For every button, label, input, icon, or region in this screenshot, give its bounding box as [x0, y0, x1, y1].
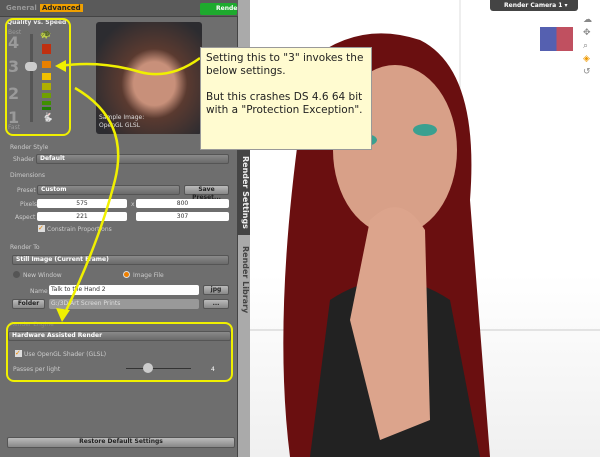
callout-text-1: Setting this to "3" invokes the below se… [206, 52, 364, 77]
annotation-callout: Setting this to "3" invokes the below se… [200, 47, 372, 150]
callout-text-2: But this crashes DS 4.6 64 bit with a "P… [206, 91, 363, 116]
